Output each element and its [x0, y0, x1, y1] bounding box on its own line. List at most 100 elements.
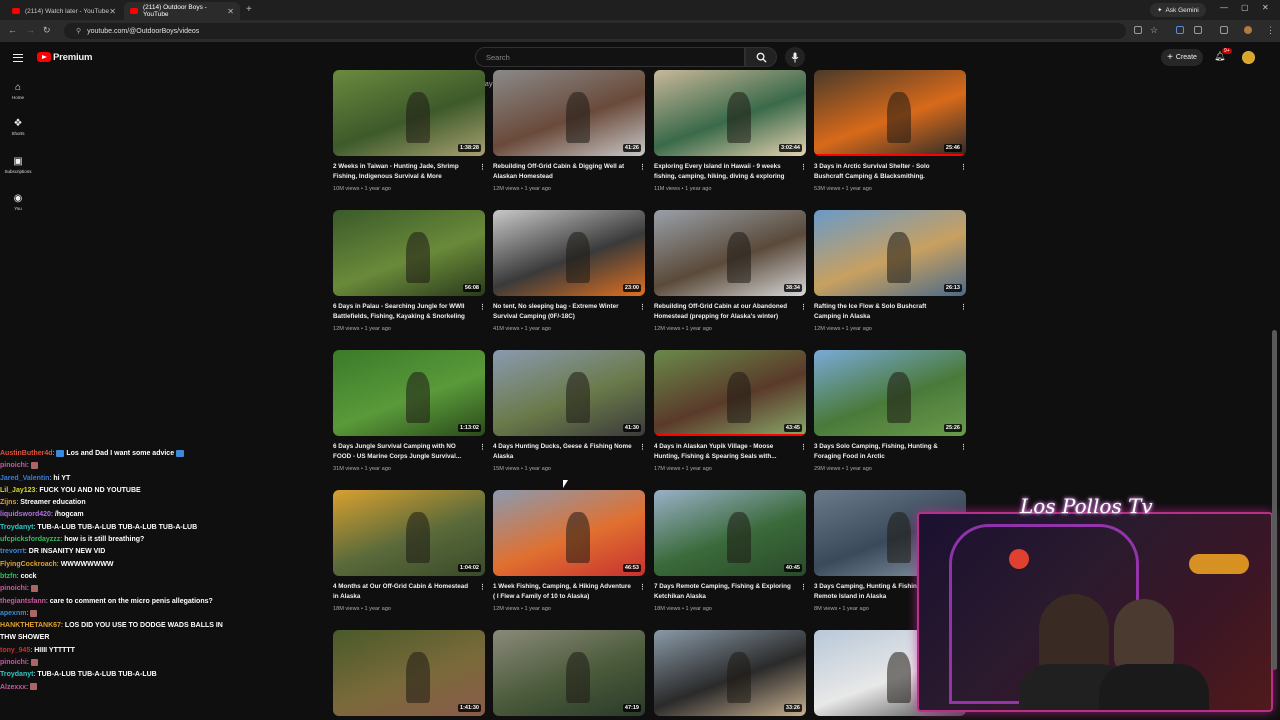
video-thumbnail[interactable]: 41:26: [493, 70, 645, 156]
chat-username[interactable]: liquidsword420: [0, 511, 51, 518]
video-thumbnail[interactable]: 3:02:44: [654, 70, 806, 156]
page-scrollbar[interactable]: [1272, 330, 1277, 670]
reload-icon[interactable]: ↻: [43, 25, 51, 36]
chat-username[interactable]: ufcpicksfordayzzz: [0, 536, 60, 543]
maximize-icon[interactable]: ▢: [1241, 3, 1249, 12]
chat-username[interactable]: pinoichi: [0, 585, 27, 592]
rail-item-shorts[interactable]: ❖ Shorts: [0, 118, 36, 136]
video-title[interactable]: 4 Months at Our Off-Grid Cabin & Homeste…: [333, 582, 473, 602]
video-thumbnail[interactable]: 43:45: [654, 350, 806, 436]
video-title[interactable]: 6 Days in Palau - Searching Jungle for W…: [333, 302, 473, 322]
chat-username[interactable]: HANKTHETANK67: [0, 622, 61, 629]
video-title[interactable]: Rebuilding Off-Grid Cabin & Digging Well…: [493, 162, 633, 182]
chat-username[interactable]: pinoichi: [0, 462, 27, 469]
video-title[interactable]: 4 Days in Alaskan Yupik Village - Moose …: [654, 442, 794, 462]
video-thumbnail[interactable]: 1:13:02: [333, 350, 485, 436]
sidepanel-icon[interactable]: [1220, 26, 1228, 34]
video-options-icon[interactable]: ⋮: [479, 163, 486, 171]
voice-search-button[interactable]: [785, 47, 805, 67]
chat-username[interactable]: Alzexxx: [0, 684, 26, 691]
video-thumbnail[interactable]: 25:46: [814, 70, 966, 156]
browser-tab-watch-later[interactable]: (2114) Watch later - YouTube ✕: [6, 2, 122, 20]
chat-username[interactable]: FlyingCockroach: [0, 561, 57, 568]
search-button[interactable]: [745, 47, 777, 67]
account-avatar[interactable]: [1242, 51, 1255, 64]
video-thumbnail[interactable]: 41:30: [493, 350, 645, 436]
video-options-icon[interactable]: ⋮: [960, 443, 967, 451]
chat-username[interactable]: Zijns: [0, 499, 16, 506]
video-options-icon[interactable]: ⋮: [800, 583, 807, 591]
close-tab-icon[interactable]: ✕: [109, 7, 116, 16]
chat-username[interactable]: pinoichi: [0, 659, 27, 666]
hamburger-menu-icon[interactable]: [13, 54, 23, 62]
chat-username[interactable]: thegiantsfann: [0, 598, 46, 605]
premium-brand[interactable]: Premium: [53, 52, 92, 63]
video-title[interactable]: 2 Weeks in Taiwan - Hunting Jade, Shrimp…: [333, 162, 473, 182]
video-title[interactable]: 4 Days Hunting Ducks, Geese & Fishing No…: [493, 442, 633, 462]
video-title[interactable]: 6 Days Jungle Survival Camping with NO F…: [333, 442, 473, 462]
video-title[interactable]: Rafting the Ice Flow & Solo Bushcraft Ca…: [814, 302, 954, 322]
video-options-icon[interactable]: ⋮: [960, 163, 967, 171]
chat-username[interactable]: Jared_Valentin: [0, 475, 49, 482]
chat-username[interactable]: tony_945: [0, 647, 30, 654]
chat-username[interactable]: trevorrt: [0, 548, 25, 555]
video-title[interactable]: Rebuilding Off-Grid Cabin at our Abandon…: [654, 302, 794, 322]
video-thumbnail[interactable]: 38:34: [654, 210, 806, 296]
close-tab-icon[interactable]: ✕: [227, 7, 234, 16]
video-thumbnail[interactable]: 1:38:28: [333, 70, 485, 156]
video-thumbnail[interactable]: 1:41:30: [333, 630, 485, 716]
rail-item-home[interactable]: ⌂ Home: [0, 82, 36, 100]
video-title[interactable]: 1 Week Fishing, Camping, & Hiking Advent…: [493, 582, 633, 602]
video-thumbnail[interactable]: 1:04:02: [333, 490, 485, 576]
video-title[interactable]: 3 Days in Arctic Survival Shelter - Solo…: [814, 162, 954, 182]
video-options-icon[interactable]: ⋮: [639, 443, 646, 451]
ask-gemini-button[interactable]: ✦ Ask Gemini: [1150, 3, 1206, 17]
extensions-puzzle-icon[interactable]: [1194, 26, 1202, 34]
video-thumbnail[interactable]: 33:26: [654, 630, 806, 716]
video-thumbnail[interactable]: 23:00: [493, 210, 645, 296]
browser-tab-outdoor-boys[interactable]: (2114) Outdoor Boys - YouTube ✕: [124, 2, 240, 20]
search-input[interactable]: Search: [475, 47, 745, 67]
video-options-icon[interactable]: ⋮: [800, 303, 807, 311]
video-options-icon[interactable]: ⋮: [800, 443, 807, 451]
video-options-icon[interactable]: ⋮: [800, 163, 807, 171]
minimize-icon[interactable]: —: [1220, 3, 1228, 12]
chat-username[interactable]: Troydanyt: [0, 524, 33, 531]
chat-username[interactable]: apexnm: [0, 610, 26, 617]
rail-item-subscriptions[interactable]: ▣ Subscriptions: [0, 156, 36, 174]
create-button[interactable]: + Create: [1161, 49, 1203, 66]
bookmark-star-icon[interactable]: ☆: [1150, 25, 1158, 36]
back-icon[interactable]: ←: [8, 25, 17, 35]
chat-username[interactable]: Troydanyt: [0, 671, 33, 678]
chat-username[interactable]: AustinButher4d: [0, 450, 53, 457]
video-options-icon[interactable]: ⋮: [639, 303, 646, 311]
video-thumbnail[interactable]: 56:08: [333, 210, 485, 296]
video-thumbnail[interactable]: 26:13: [814, 210, 966, 296]
address-bar[interactable]: ⚲ youtube.com/@OutdoorBoys/videos: [64, 23, 1126, 39]
video-options-icon[interactable]: ⋮: [960, 303, 967, 311]
video-thumbnail[interactable]: 47:19: [493, 630, 645, 716]
profile-avatar[interactable]: [1244, 26, 1252, 34]
video-options-icon[interactable]: ⋮: [639, 163, 646, 171]
video-title[interactable]: 7 Days Remote Camping, Fishing & Explori…: [654, 582, 794, 602]
video-options-icon[interactable]: ⋮: [479, 303, 486, 311]
site-info-icon[interactable]: ⚲: [76, 28, 81, 35]
new-tab-icon[interactable]: +: [246, 4, 252, 15]
close-window-icon[interactable]: ✕: [1262, 3, 1269, 12]
video-options-icon[interactable]: ⋮: [639, 583, 646, 591]
youtube-logo-icon[interactable]: [37, 52, 51, 62]
video-options-icon[interactable]: ⋮: [479, 583, 486, 591]
video-title[interactable]: 3 Days Solo Camping, Fishing, Hunting & …: [814, 442, 954, 462]
video-options-icon[interactable]: ⋮: [479, 443, 486, 451]
video-title[interactable]: Exploring Every Island in Hawaii - 9 wee…: [654, 162, 794, 182]
video-title[interactable]: No tent, No sleeping bag - Extreme Winte…: [493, 302, 633, 322]
video-thumbnail[interactable]: 25:26: [814, 350, 966, 436]
cast-icon[interactable]: [1134, 26, 1142, 34]
extension-icon[interactable]: [1176, 26, 1184, 34]
video-thumbnail[interactable]: 40:45: [654, 490, 806, 576]
forward-icon[interactable]: →: [26, 25, 35, 35]
chat-username[interactable]: Lil_Jay123: [0, 487, 35, 494]
rail-item-you[interactable]: ◉ You: [0, 193, 36, 211]
browser-menu-icon[interactable]: ⋮: [1266, 25, 1275, 36]
chat-username[interactable]: btzfn: [0, 573, 17, 580]
